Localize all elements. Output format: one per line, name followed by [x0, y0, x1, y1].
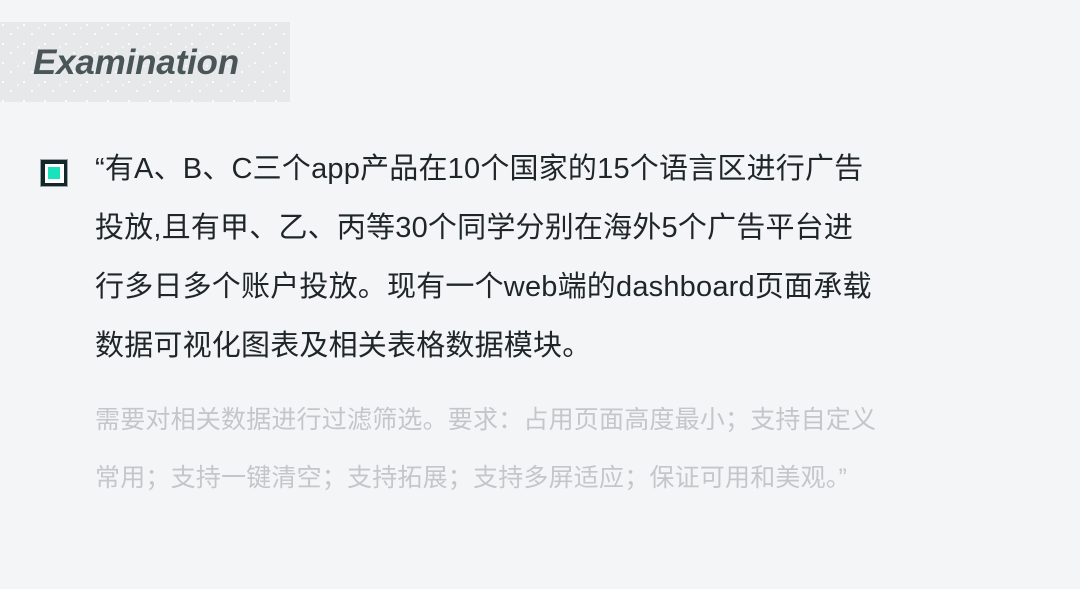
- statement-block: “有A、B、C三个app产品在10个国家的15个语言区进行广告 投放,且有甲、乙、…: [0, 140, 1080, 507]
- marker-inner-frame: [44, 163, 64, 183]
- header-band: Examination: [0, 22, 290, 102]
- page-title: Examination: [33, 42, 239, 82]
- statement-secondary-paragraph: 需要对相关数据进行过滤筛选。要求：占用页面高度最小；支持自定义 常用；支持一键清空…: [95, 406, 877, 492]
- marker-accent-square: [48, 167, 60, 179]
- bullet-marker: [0, 140, 95, 187]
- filled-square-marker-icon: [40, 159, 68, 187]
- statement-text: “有A、B、C三个app产品在10个国家的15个语言区进行广告 投放,且有甲、乙、…: [95, 140, 1080, 507]
- statement-row: “有A、B、C三个app产品在10个国家的15个语言区进行广告 投放,且有甲、乙、…: [0, 140, 1080, 507]
- statement-primary-paragraph: “有A、B、C三个app产品在10个国家的15个语言区进行广告 投放,且有甲、乙、…: [95, 153, 872, 362]
